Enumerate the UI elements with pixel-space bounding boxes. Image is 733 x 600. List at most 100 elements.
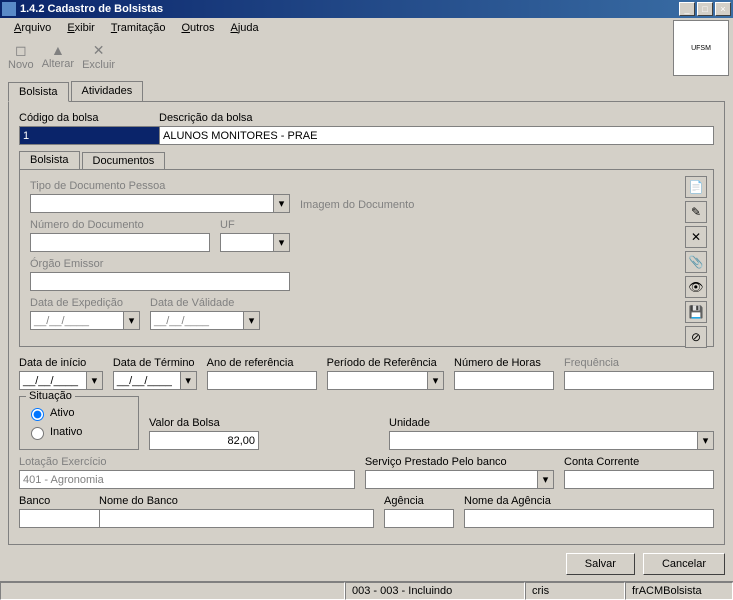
nome-agencia-label: Nome da Agência <box>464 495 714 507</box>
doc-delete-button[interactable]: ✕ <box>685 226 707 248</box>
doc-new-button[interactable]: 📄 <box>685 176 707 198</box>
chevron-down-icon: ▾ <box>273 195 289 212</box>
main-panel: Código da bolsa 🔍 Descrição da bolsa Bol… <box>8 101 725 545</box>
chevron-down-icon: ▾ <box>537 471 553 488</box>
excluir-button[interactable]: ✕Excluir <box>82 42 115 71</box>
valor-bolsa-input[interactable] <box>149 431 259 450</box>
status-user: cris <box>525 582 625 600</box>
cancelar-button[interactable]: Cancelar <box>643 553 725 575</box>
app-icon <box>2 2 16 16</box>
servico-banco-label: Serviço Prestado Pelo banco <box>365 456 554 468</box>
frequencia-input[interactable] <box>564 371 714 390</box>
doc-view-button[interactable]: 👁 <box>685 276 707 298</box>
salvar-button[interactable]: Salvar <box>566 553 635 575</box>
chevron-down-icon: ▾ <box>697 432 713 449</box>
menu-arquivo[interactable]: Arquivo <box>8 20 57 36</box>
status-record: 003 - 003 - Incluindo <box>345 582 525 600</box>
tab-atividades[interactable]: Atividades <box>71 81 144 101</box>
uf-combo[interactable]: ▾ <box>220 233 290 252</box>
menu-tramitacao[interactable]: Tramitação <box>105 20 172 36</box>
doc-attach-button[interactable]: 📎 <box>685 251 707 273</box>
nome-agencia-input[interactable] <box>464 509 714 528</box>
tab-bolsista[interactable]: Bolsista <box>8 82 69 102</box>
lotacao-input <box>19 470 355 489</box>
data-termino-label: Data de Término <box>113 357 197 369</box>
chevron-down-icon: ▾ <box>243 312 259 329</box>
doc-save-button[interactable]: 💾 <box>685 301 707 323</box>
conta-corrente-input[interactable] <box>564 470 714 489</box>
descricao-label: Descrição da bolsa <box>159 112 714 124</box>
radio-ativo[interactable]: Ativo <box>26 405 74 421</box>
new-icon: ◻ <box>15 42 27 59</box>
statusbar: 003 - 003 - Incluindo cris frACMBolsista <box>0 581 733 600</box>
toolbar: ◻Novo ▲Alterar ✕Excluir <box>0 38 733 75</box>
chevron-down-icon: ▾ <box>427 372 443 389</box>
ano-ref-label: Ano de referência <box>207 357 317 369</box>
menu-ajuda[interactable]: Ajuda <box>224 20 264 36</box>
tipo-doc-combo[interactable]: ▾ <box>30 194 290 213</box>
data-termino-input[interactable]: __/__/____▾ <box>113 371 197 390</box>
data-inicio-input[interactable]: __/__/____▾ <box>19 371 103 390</box>
data-exp-input[interactable]: __/__/____▾ <box>30 311 140 330</box>
descricao-input[interactable] <box>159 126 714 145</box>
situacao-group: Situação Ativo Inativo <box>19 396 139 450</box>
numero-doc-input[interactable] <box>30 233 210 252</box>
data-exp-label: Data de Expedição <box>30 297 140 309</box>
doc-cancel-button[interactable]: ⊘ <box>685 326 707 348</box>
menu-outros[interactable]: Outros <box>175 20 220 36</box>
data-val-label: Data de Válidade <box>150 297 260 309</box>
ano-ref-input[interactable] <box>207 371 317 390</box>
edit-icon: ▲ <box>51 42 65 58</box>
imagem-doc-label: Imagem do Documento <box>300 199 414 211</box>
numero-doc-label: Número do Documento <box>30 219 210 231</box>
codigo-label: Código da bolsa <box>19 112 149 124</box>
conta-corrente-label: Conta Corrente <box>564 456 714 468</box>
valor-bolsa-label: Valor da Bolsa <box>149 417 259 429</box>
lotacao-label: Lotação Exercício <box>19 456 355 468</box>
banco-label: Banco <box>19 495 89 507</box>
nome-banco-input[interactable] <box>99 509 374 528</box>
num-horas-label: Número de Horas <box>454 357 554 369</box>
tipo-doc-label: Tipo de Documento Pessoa <box>30 180 290 192</box>
unidade-combo[interactable]: ▾ <box>389 431 714 450</box>
radio-inativo[interactable]: Inativo <box>26 424 82 440</box>
sub-tabs: Bolsista Documentos <box>19 151 714 169</box>
subtab-bolsista[interactable]: Bolsista <box>19 151 80 169</box>
periodo-ref-combo[interactable]: ▾ <box>327 371 444 390</box>
chevron-down-icon: ▾ <box>86 372 102 389</box>
maximize-button[interactable]: □ <box>697 2 713 16</box>
situacao-label: Situação <box>26 390 75 402</box>
orgao-label: Órgão Emissor <box>30 258 290 270</box>
minimize-button[interactable]: _ <box>679 2 695 16</box>
novo-button[interactable]: ◻Novo <box>8 42 34 71</box>
data-inicio-label: Data de início <box>19 357 103 369</box>
data-val-input[interactable]: __/__/____▾ <box>150 311 260 330</box>
orgao-input[interactable] <box>30 272 290 291</box>
codigo-input[interactable] <box>19 126 169 145</box>
status-form: frACMBolsista <box>625 582 733 600</box>
agencia-label: Agência <box>384 495 454 507</box>
servico-banco-combo[interactable]: ▾ <box>365 470 554 489</box>
titlebar: 1.4.2 Cadastro de Bolsistas _ □ × <box>0 0 733 18</box>
num-horas-input[interactable] <box>454 371 554 390</box>
agencia-input[interactable] <box>384 509 454 528</box>
menubar: Arquivo Exibir Tramitação Outros Ajuda U… <box>0 18 733 38</box>
chevron-down-icon: ▾ <box>180 372 196 389</box>
chevron-down-icon: ▾ <box>273 234 289 251</box>
doc-toolbar: 📄 ✎ ✕ 📎 👁 💾 ⊘ <box>685 176 707 348</box>
uf-label: UF <box>220 219 290 231</box>
institution-logo: UFSM <box>673 20 729 76</box>
documentos-panel: 📄 ✎ ✕ 📎 👁 💾 ⊘ Tipo de Documento Pessoa ▾… <box>19 169 714 347</box>
close-button[interactable]: × <box>715 2 731 16</box>
unidade-label: Unidade <box>389 417 714 429</box>
subtab-documentos[interactable]: Documentos <box>82 152 166 170</box>
delete-icon: ✕ <box>93 42 105 59</box>
doc-edit-button[interactable]: ✎ <box>685 201 707 223</box>
periodo-ref-label: Período de Referência <box>327 357 444 369</box>
footer-buttons: Salvar Cancelar <box>8 553 725 575</box>
menu-exibir[interactable]: Exibir <box>61 20 101 36</box>
nome-banco-label: Nome do Banco <box>99 495 374 507</box>
alterar-button[interactable]: ▲Alterar <box>42 42 74 71</box>
main-tabs: Bolsista Atividades <box>8 81 725 101</box>
status-left <box>0 582 345 600</box>
